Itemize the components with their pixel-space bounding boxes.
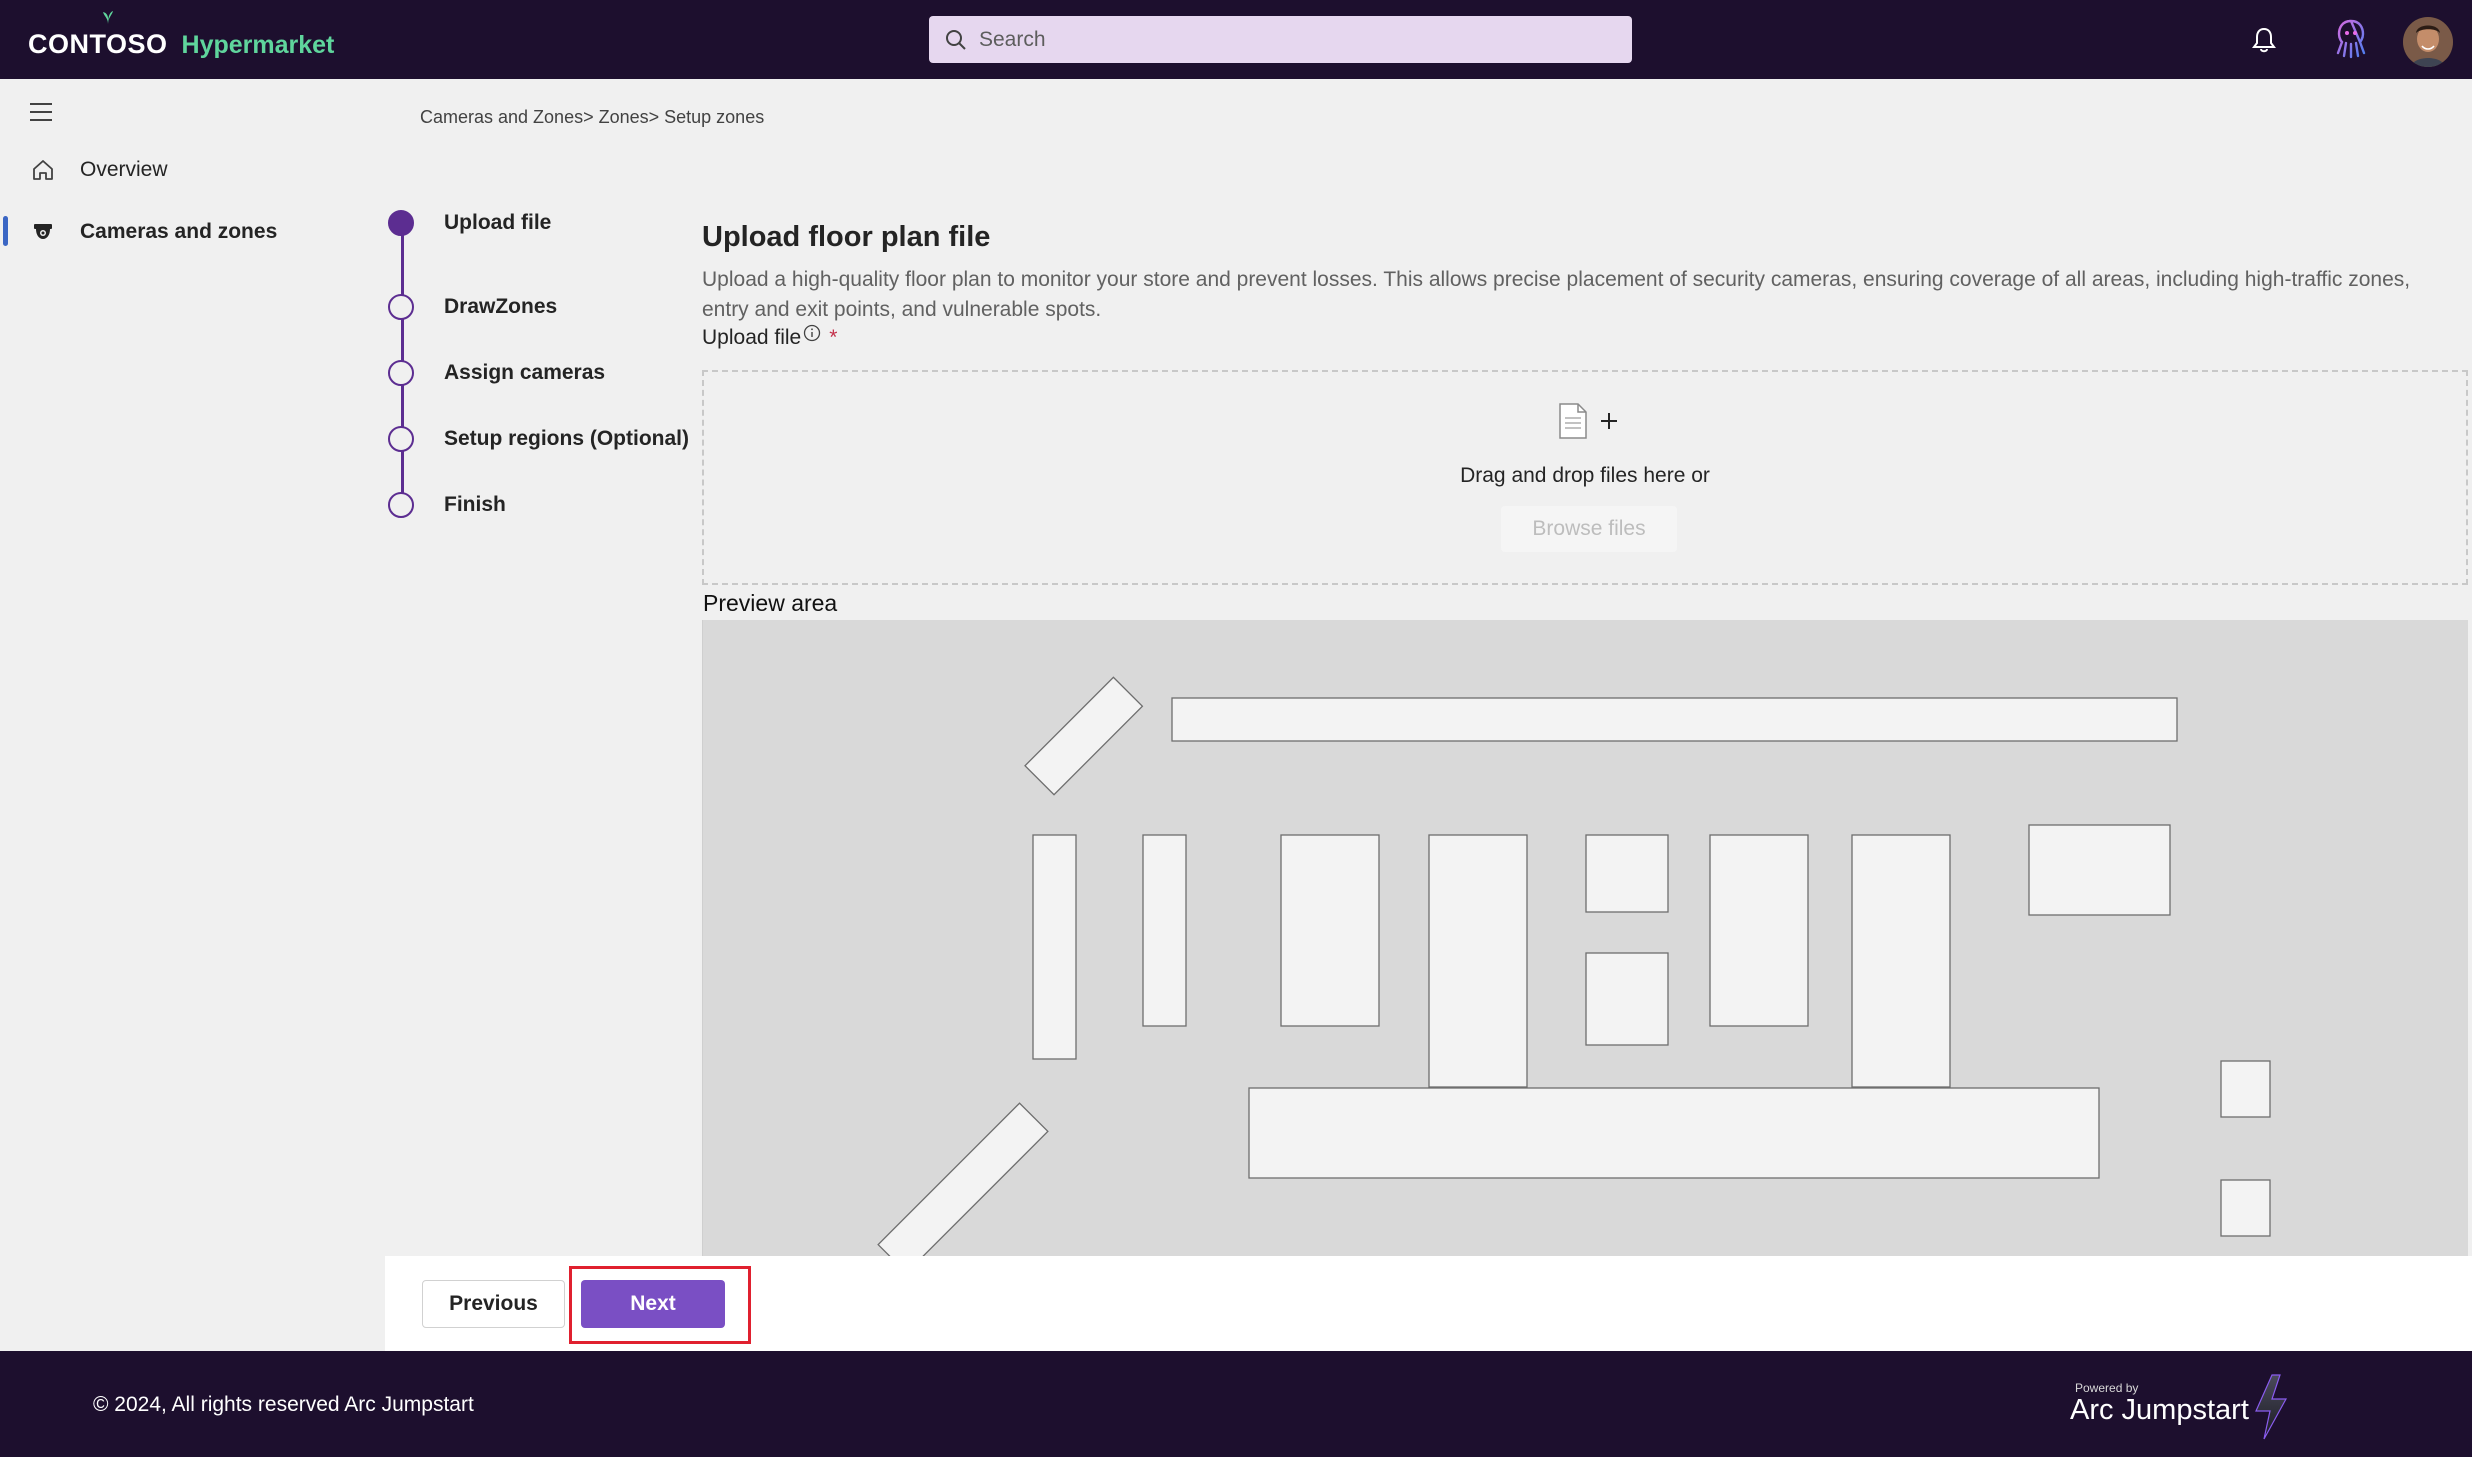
previous-button[interactable]: Previous bbox=[422, 1280, 565, 1328]
step-label: DrawZones bbox=[444, 295, 558, 318]
floor-plan-shelf bbox=[1585, 952, 1669, 1046]
floor-plan-shelf bbox=[1171, 697, 2178, 742]
floor-plan-shelf bbox=[1851, 834, 1951, 1088]
required-indicator: * bbox=[829, 326, 838, 349]
floor-plan-shelf bbox=[2028, 824, 2171, 916]
page-footer: © 2024, All rights reserved Arc Jumpstar… bbox=[0, 1351, 2472, 1457]
info-icon[interactable] bbox=[803, 324, 821, 342]
floor-plan-shelf bbox=[1585, 834, 1669, 913]
bell-icon bbox=[2252, 27, 2276, 53]
sidebar-item-overview[interactable]: Overview bbox=[0, 148, 385, 192]
leaf-icon bbox=[103, 11, 113, 24]
sidebar-item-label: Overview bbox=[80, 158, 168, 181]
document-icon bbox=[1559, 403, 1587, 439]
copyright-text: © 2024, All rights reserved Arc Jumpstar… bbox=[93, 1393, 474, 1416]
step-indicator bbox=[388, 210, 414, 236]
brand-name: CONTOSO bbox=[28, 29, 168, 59]
octopus-bot-icon bbox=[2336, 19, 2366, 59]
breadcrumb[interactable]: Cameras and Zones> Zones> Setup zones bbox=[420, 107, 764, 128]
menu-toggle-button[interactable] bbox=[28, 99, 54, 125]
step-label: Assign cameras bbox=[444, 361, 606, 384]
home-icon bbox=[28, 158, 58, 182]
powered-by-brand: Arc Jumpstart bbox=[2070, 1394, 2249, 1426]
browse-files-button[interactable]: Browse files bbox=[1501, 506, 1677, 552]
search-icon bbox=[946, 29, 966, 50]
lightning-bolt-icon bbox=[2255, 1374, 2288, 1440]
step-setup-regions[interactable]: Setup regions (Optional) bbox=[388, 424, 689, 454]
search-input[interactable] bbox=[979, 27, 1599, 52]
floor-plan-shelf bbox=[2220, 1060, 2271, 1118]
floor-plan-shelf bbox=[1428, 834, 1528, 1088]
floor-plan-preview bbox=[702, 620, 2468, 1256]
step-indicator bbox=[388, 492, 414, 518]
floor-plan-shelf bbox=[1248, 1087, 2100, 1179]
user-photo bbox=[2403, 17, 2453, 67]
sidebar-item-cameras-and-zones[interactable]: Cameras and zones bbox=[0, 210, 385, 254]
step-label: Setup regions (Optional) bbox=[444, 427, 689, 450]
powered-by-label: Powered by bbox=[2075, 1381, 2139, 1395]
file-dropzone[interactable]: Drag and drop files here or Browse files bbox=[702, 370, 2468, 585]
step-label: Upload file bbox=[444, 211, 552, 234]
step-upload-file[interactable]: Upload file bbox=[388, 208, 551, 238]
preview-area-label: Preview area bbox=[703, 590, 838, 616]
upload-file-label: Upload file * bbox=[702, 324, 838, 350]
top-bar: CONTOSO Hypermarket bbox=[0, 0, 2472, 79]
brand-subtitle: Hypermarket bbox=[181, 31, 335, 59]
brand-logo[interactable]: CONTOSO Hypermarket bbox=[28, 11, 335, 60]
powered-by-logo[interactable]: Powered by Arc Jumpstart bbox=[2070, 1374, 2290, 1441]
sidebar-item-label: Cameras and zones bbox=[80, 220, 278, 243]
wizard-action-bar: Previous Next bbox=[385, 1256, 2472, 1351]
dropzone-text: Drag and drop files here or bbox=[1460, 464, 1710, 487]
floor-plan-shelf bbox=[1280, 834, 1380, 1027]
sidebar: Overview Cameras and zones bbox=[0, 79, 385, 1351]
step-finish[interactable]: Finish bbox=[388, 490, 506, 520]
upload-label-text: Upload file bbox=[702, 326, 802, 349]
avatar[interactable] bbox=[2403, 17, 2453, 67]
floor-plan-shelf bbox=[1142, 834, 1187, 1027]
step-indicator bbox=[388, 426, 414, 452]
next-button[interactable]: Next bbox=[581, 1280, 725, 1328]
dropzone-icons bbox=[1558, 402, 1620, 440]
floor-plan-shelf bbox=[1032, 834, 1077, 1060]
plus-icon bbox=[1601, 413, 1617, 429]
notifications-button[interactable] bbox=[2246, 22, 2282, 58]
floor-plan-shelf bbox=[2220, 1179, 2271, 1237]
step-indicator bbox=[388, 294, 414, 320]
hamburger-icon bbox=[30, 103, 52, 121]
step-assign-cameras[interactable]: Assign cameras bbox=[388, 358, 605, 388]
wizard-stepper: Upload file DrawZones Assign cameras Set… bbox=[385, 200, 689, 540]
step-label: Finish bbox=[444, 493, 506, 516]
page-title: Upload floor plan file bbox=[702, 221, 991, 253]
page-description: Upload a high-quality floor plan to moni… bbox=[702, 268, 2411, 321]
camera-icon bbox=[28, 222, 58, 242]
search-box[interactable] bbox=[929, 16, 1632, 63]
floor-plan-shelf bbox=[1024, 676, 1144, 796]
step-indicator bbox=[388, 360, 414, 386]
floor-plan-shelf bbox=[1709, 834, 1809, 1027]
floor-plan-drawing bbox=[877, 676, 2271, 1256]
step-draw-zones[interactable]: DrawZones bbox=[388, 292, 557, 322]
assistant-button[interactable] bbox=[2328, 16, 2374, 62]
floor-plan-shelf bbox=[877, 1102, 1049, 1256]
